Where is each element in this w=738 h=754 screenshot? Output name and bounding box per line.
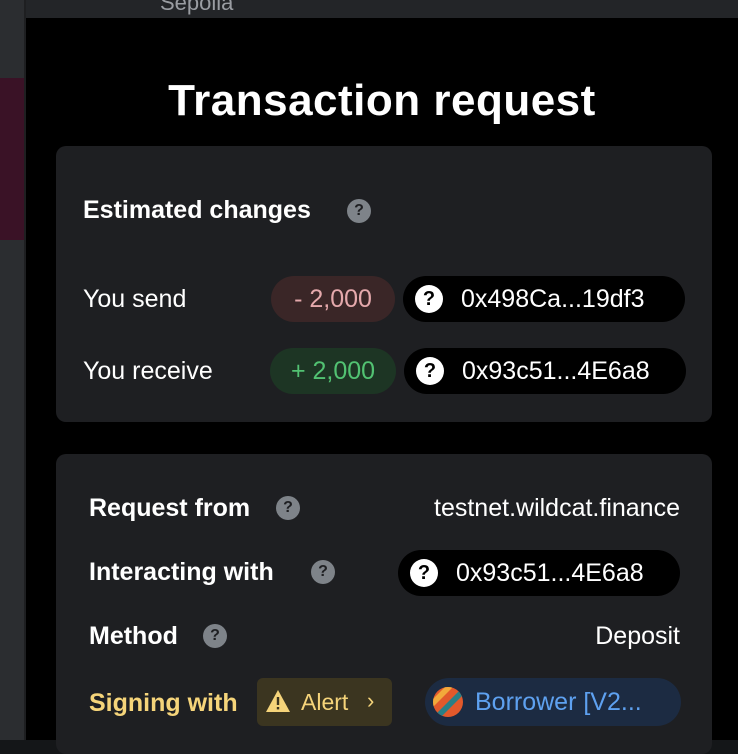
you-send-label: You send — [83, 285, 187, 313]
info-icon[interactable]: ? — [276, 496, 300, 520]
method-value: Deposit — [595, 622, 680, 650]
signing-account[interactable]: Borrower [V2... — [425, 678, 681, 726]
contract-address-text: 0x93c51...4E6a8 — [456, 559, 644, 587]
info-icon[interactable]: ? — [203, 624, 227, 648]
account-avatar — [433, 687, 463, 717]
alert-label: Alert — [301, 689, 349, 715]
chevron-right-icon: › — [367, 688, 375, 713]
request-from-value: testnet.wildcat.finance — [434, 494, 680, 522]
info-icon[interactable]: ? — [311, 560, 335, 584]
receive-amount: + 2,000 — [270, 348, 396, 394]
alert-button[interactable]: Alert › — [257, 678, 392, 726]
signing-account-name: Borrower [V2... — [475, 688, 642, 716]
unknown-contract-icon: ? — [410, 559, 438, 587]
signing-with-label: Signing with — [89, 689, 238, 717]
request-from-label: Request from — [89, 494, 251, 522]
unknown-token-icon: ? — [416, 357, 444, 385]
background-panel — [0, 78, 24, 240]
send-address-text: 0x498Ca...19df3 — [461, 285, 645, 313]
info-icon[interactable]: ? — [347, 199, 371, 223]
method-label: Method — [89, 622, 178, 650]
background-window — [0, 0, 26, 740]
estimated-changes-heading: Estimated changes — [83, 196, 311, 224]
network-bar: Sepolia — [26, 0, 738, 18]
send-token-address[interactable]: ? 0x498Ca...19df3 — [403, 276, 685, 322]
receive-address-text: 0x93c51...4E6a8 — [462, 357, 650, 385]
unknown-token-icon: ? — [415, 285, 443, 313]
network-name: Sepolia — [160, 0, 234, 15]
warning-triangle-icon — [266, 690, 290, 712]
interacting-with-label: Interacting with — [89, 558, 274, 586]
send-amount: - 2,000 — [271, 276, 395, 322]
contract-address[interactable]: ? 0x93c51...4E6a8 — [398, 550, 680, 596]
page-title: Transaction request — [168, 76, 596, 125]
receive-token-address[interactable]: ? 0x93c51...4E6a8 — [404, 348, 686, 394]
you-receive-label: You receive — [83, 357, 213, 385]
